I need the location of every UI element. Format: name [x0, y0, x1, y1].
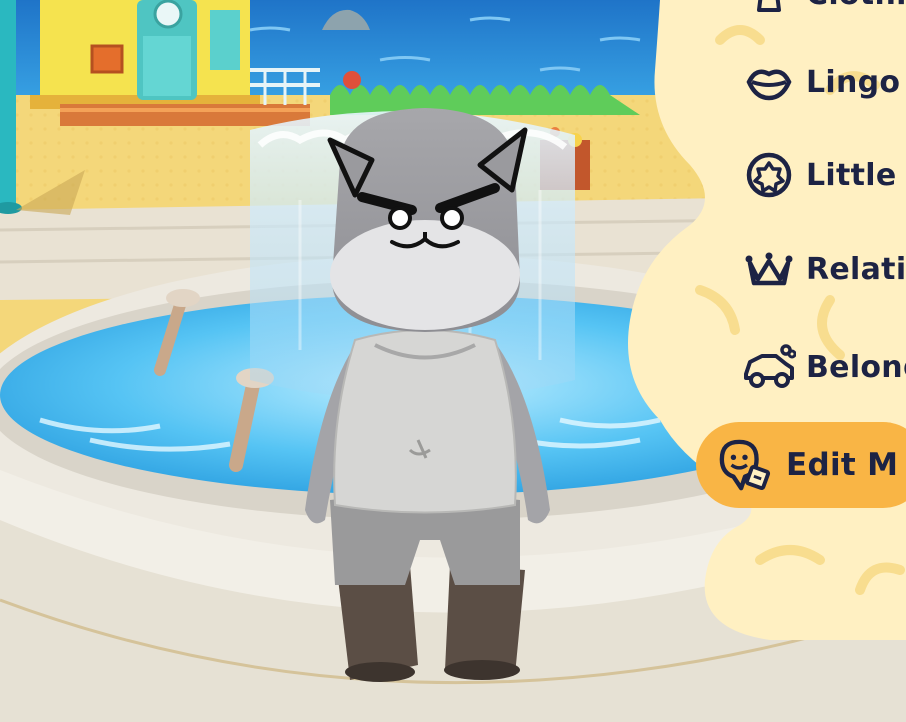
menu-item-label: Clothin [806, 0, 906, 12]
lips-icon [742, 55, 796, 109]
flower-badge-icon [742, 148, 796, 202]
crown-icon [742, 242, 796, 296]
mii-edit-icon [718, 438, 772, 492]
menu-item-label: Belong [806, 349, 906, 385]
menu-item-label: Edit M [786, 447, 899, 483]
menu-item-edit-mii[interactable]: Edit M [696, 422, 906, 508]
dress-icon [742, 0, 796, 21]
menu-item-relations[interactable]: Relatio [742, 237, 906, 301]
car-toy-icon [742, 340, 796, 394]
menu-item-label: Little d [806, 157, 906, 193]
menu-item-label: Lingo [806, 64, 901, 100]
menu-item-clothing[interactable]: Clothin [742, 0, 906, 26]
menu-item-belongings[interactable]: Belong [742, 335, 906, 399]
menu-item-little[interactable]: Little d [742, 143, 906, 207]
menu-item-lingo[interactable]: Lingo [742, 50, 900, 114]
menu-item-label: Relatio [806, 251, 906, 287]
